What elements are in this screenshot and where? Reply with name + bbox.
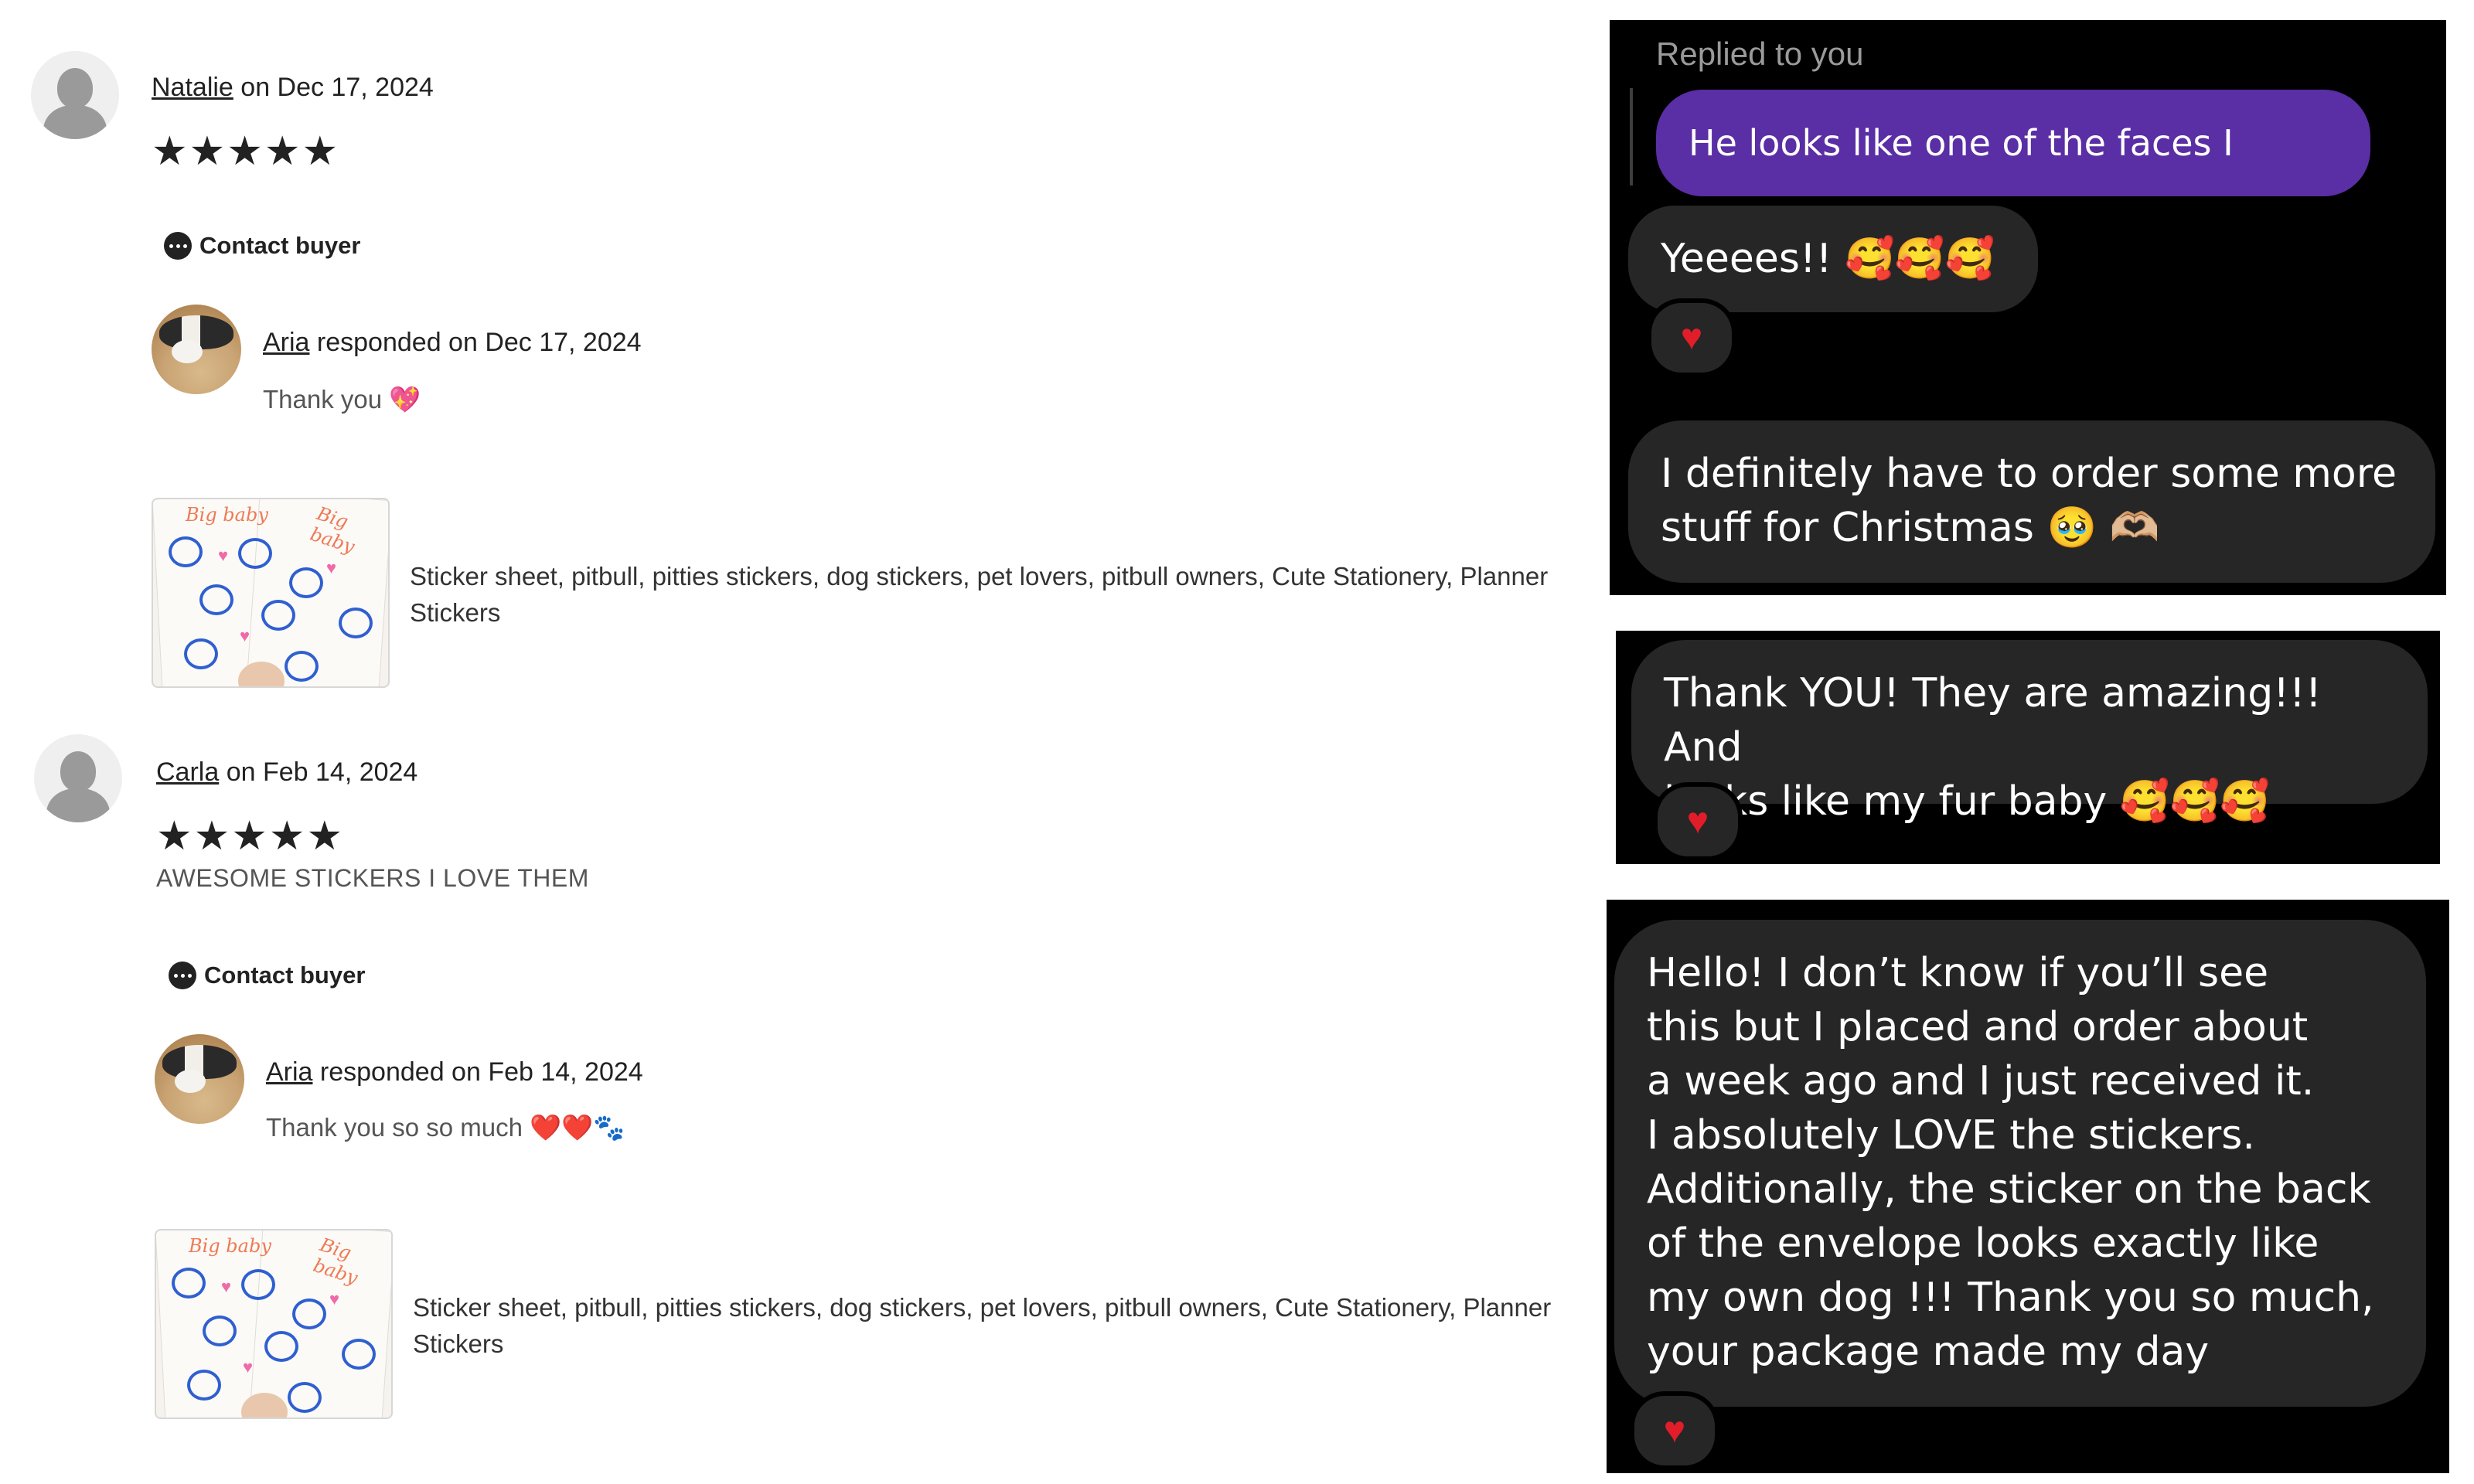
message-line: Hello! I don’t know if you’ll see	[1647, 950, 2269, 996]
chat-bubble-icon	[169, 962, 196, 989]
chat-screenshot-1: Replied to you He looks like one of the …	[1610, 20, 2446, 595]
replied-to-you-label: Replied to you	[1656, 36, 1864, 72]
message-line: I absolutely LOVE the stickers.	[1647, 1112, 2255, 1159]
message-line: your package made my day	[1647, 1329, 2210, 1375]
star-rating: ★★★★★	[152, 129, 340, 174]
heart-icon: ♥	[1680, 317, 1703, 358]
review-text: AWESOME STICKERS I LOVE THEM	[156, 864, 589, 892]
product-title[interactable]: Sticker sheet, pitbull, pitties stickers…	[413, 1289, 1580, 1362]
message-line: Additionally, the sticker on the back	[1647, 1166, 2371, 1213]
contact-buyer-button[interactable]: Contact buyer	[169, 962, 365, 989]
reviewer-avatar[interactable]	[31, 51, 119, 139]
heart-reaction[interactable]: ♥	[1630, 1391, 1719, 1470]
seller-avatar[interactable]	[152, 305, 241, 394]
reviewer-avatar[interactable]	[34, 734, 122, 822]
sticker-script-text: Big baby	[189, 1235, 271, 1257]
contact-buyer-button[interactable]: Contact buyer	[164, 232, 360, 260]
review-meta: Natalie on Dec 17, 2024	[152, 73, 434, 103]
quoted-reply-bubble[interactable]: He looks like one of the faces I drew!!!…	[1656, 90, 2370, 271]
response-date: responded on Feb 14, 2024	[312, 1057, 643, 1087]
review-date: on Feb 14, 2024	[219, 757, 418, 787]
reviewer-name-link[interactable]: Carla	[156, 757, 219, 787]
message-bubble[interactable]: I definitely have to order some more stu…	[1628, 420, 2435, 583]
contact-buyer-label: Contact buyer	[199, 232, 361, 259]
message-line: a week ago and I just received it.	[1647, 1058, 2315, 1104]
chat-screenshot-3: Hello! I don’t know if you’ll see this b…	[1607, 900, 2449, 1473]
reply-quote-bar	[1630, 88, 1633, 186]
seller-response-text: Thank you so so much ❤️❤️🐾	[266, 1113, 625, 1142]
message-line: this but I placed and order about	[1647, 1004, 2309, 1050]
product-title[interactable]: Sticker sheet, pitbull, pitties stickers…	[410, 558, 1577, 631]
seller-response-text: Thank you 💖	[263, 385, 421, 414]
response-date: responded on Dec 17, 2024	[309, 328, 642, 357]
chat-screenshot-2: Thank YOU! They are amazing!!! And looks…	[1616, 631, 2440, 864]
sticker-script-text: Big baby	[186, 504, 268, 526]
message-bubble[interactable]: Yeeees!! 🥰🥰🥰	[1628, 206, 2038, 312]
reviewer-name-link[interactable]: Natalie	[152, 73, 233, 102]
message-bubble[interactable]: Hello! I don’t know if you’ll see this b…	[1614, 920, 2426, 1407]
message-line: my own dog !!! Thank you so much,	[1647, 1275, 2374, 1321]
heart-icon: ♥	[1686, 801, 1709, 842]
message-line: looks like my fur baby 🥰🥰🥰	[1664, 778, 2271, 825]
heart-reaction[interactable]: ♥	[1647, 298, 1736, 377]
message-line: stuff for Christmas 🥹 🫶🏼	[1661, 505, 2160, 551]
review-date: on Dec 17, 2024	[233, 73, 434, 102]
message-line: Thank YOU! They are amazing!!! And	[1664, 670, 2322, 771]
review-meta: Carla on Feb 14, 2024	[156, 757, 417, 788]
product-thumbnail[interactable]: Big baby Big baby ♥ ♥ ♥	[155, 1229, 393, 1419]
heart-icon: ♥	[1663, 1410, 1686, 1451]
contact-buyer-label: Contact buyer	[204, 962, 366, 989]
seller-response-meta: Aria responded on Feb 14, 2024	[266, 1057, 643, 1087]
message-bubble[interactable]: Thank YOU! They are amazing!!! And looks…	[1631, 640, 2428, 825]
product-thumbnail[interactable]: Big baby Big baby ♥ ♥ ♥	[152, 498, 390, 688]
seller-avatar[interactable]	[155, 1034, 244, 1124]
message-line: of the envelope looks exactly like	[1647, 1220, 2319, 1267]
seller-name-link[interactable]: Aria	[266, 1057, 312, 1087]
heart-reaction[interactable]: ♥	[1653, 782, 1743, 861]
star-rating: ★★★★★	[156, 814, 345, 859]
seller-name-link[interactable]: Aria	[263, 328, 309, 357]
chat-bubble-icon	[164, 232, 192, 260]
message-line: I definitely have to order some more	[1661, 451, 2397, 497]
seller-response-meta: Aria responded on Dec 17, 2024	[263, 328, 642, 358]
